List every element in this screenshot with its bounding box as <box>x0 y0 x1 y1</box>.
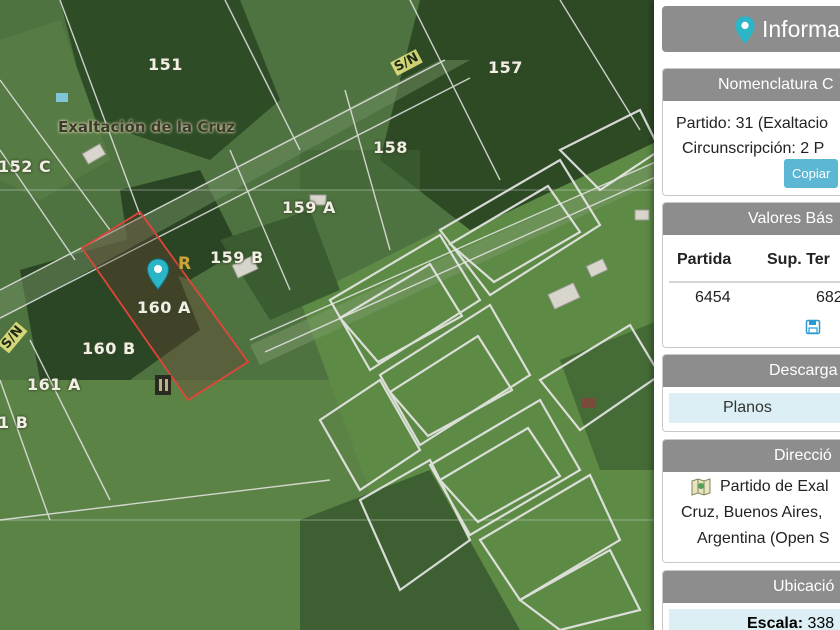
nomenclatura-card: Nomenclatura C Partido: 31 (Exaltacio Ci… <box>662 68 840 196</box>
descargas-header: Descarga <box>663 355 840 387</box>
save-icon[interactable] <box>805 319 821 335</box>
valores-header: Valores Bás <box>663 203 840 235</box>
descargas-card: Descarga Planos <box>662 354 840 432</box>
panel-title: Informa <box>762 16 840 42</box>
col-sup: Sup. Ter <box>767 251 830 268</box>
direccion-header: Direcció <box>663 440 840 472</box>
direccion-line-2: Cruz, Buenos Aires, <box>681 504 823 521</box>
lot-label-1b[interactable]: 1 B <box>0 413 28 432</box>
ubicacion-card: Ubicació Escala: 338 <box>662 570 840 630</box>
scale-value: 338 <box>807 615 835 630</box>
sup-value: 682 <box>816 289 840 306</box>
planos-button[interactable]: Planos <box>669 393 840 423</box>
panel-title-bar: Informa <box>662 6 840 52</box>
direccion-card: Direcció Partido de Exal Cruz, Buenos Ai… <box>662 439 840 563</box>
location-pin-icon[interactable] <box>146 258 170 290</box>
scale-label: Escala: <box>747 615 804 630</box>
copy-button[interactable]: Copiar <box>784 159 839 188</box>
direccion-line-3: Argentina (Open S <box>697 530 830 547</box>
scale-row: Escala: 338 <box>669 609 840 630</box>
lot-label-160b[interactable]: 160 B <box>82 339 136 358</box>
partido-text: Partido: 31 (Exaltacio <box>676 115 829 132</box>
valores-card: Valores Bás Partida Sup. Ter 6454 682 <box>662 202 840 348</box>
col-partida: Partida <box>677 251 732 268</box>
lot-label-157[interactable]: 157 <box>488 58 523 77</box>
nomenclatura-header: Nomenclatura C <box>663 69 840 101</box>
lot-label-159a[interactable]: 159 A <box>282 198 336 217</box>
lot-label-160a[interactable]: 160 A <box>137 298 191 317</box>
partida-value: 6454 <box>695 289 731 306</box>
lot-label-151[interactable]: 151 <box>148 55 183 74</box>
lot-label-152c[interactable]: 152 C <box>0 157 51 176</box>
location-pin-icon <box>735 16 755 44</box>
info-panel: Informa Nomenclatura C Partido: 31 (Exal… <box>654 0 840 630</box>
map-icon <box>691 478 711 496</box>
circunscripcion-text: Circunscripción: 2 P <box>682 140 825 157</box>
place-label: Exaltación de la Cruz <box>58 118 236 136</box>
marker-letter: R <box>178 254 192 274</box>
lot-label-161a[interactable]: 161 A <box>27 375 81 394</box>
lot-label-159b[interactable]: 159 B <box>210 248 264 267</box>
lot-label-158[interactable]: 158 <box>373 138 408 157</box>
direccion-line-1: Partido de Exal <box>720 478 829 495</box>
ubicacion-header: Ubicació <box>663 571 840 603</box>
